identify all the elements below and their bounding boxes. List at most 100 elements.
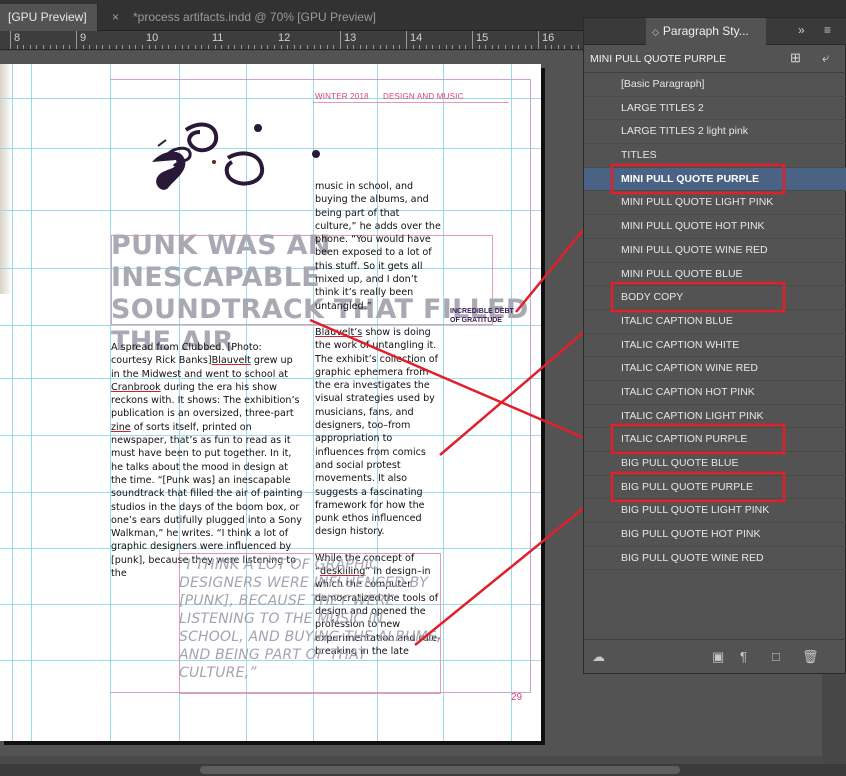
collapse-arrow-icon[interactable]: ◇ [652,27,659,37]
ruler-tick [280,45,282,49]
style-item[interactable]: LARGE TITLES 2 [584,97,846,121]
style-item[interactable]: BIG PULL QUOTE BLUE [584,452,846,476]
style-item[interactable]: ITALIC CAPTION LIGHT PINK [584,405,846,429]
ruler-tick [432,45,434,49]
ruler-tick [346,45,348,49]
ruler-tick [115,45,117,49]
ruler-tick [181,45,183,49]
ruler-tick [326,45,328,49]
running-header-section: DESIGN AND MUSIC [383,92,464,101]
ruler-tick [538,31,539,49]
style-item[interactable]: ITALIC CAPTION WINE RED [584,357,846,381]
style-item[interactable]: BIG PULL QUOTE PURPLE [584,476,846,500]
ruler-tick [379,45,381,49]
ruler-number: 16 [542,32,555,44]
ruler-tick [62,45,64,49]
new-style-icon[interactable]: □ [772,649,780,664]
ruler-tick [386,45,388,49]
ruler-tick [49,45,51,49]
ruler-tick [359,45,361,49]
ruler-tick [10,31,11,49]
ruler-tick [287,45,289,49]
tab-gpu-preview[interactable]: [GPU Preview] [0,4,98,31]
style-item[interactable]: ITALIC CAPTION PURPLE [584,428,846,452]
tab-label: *process artifacts.indd @ 70% [GPU Previ… [133,10,376,24]
clear-overrides-icon[interactable]: ¶ [740,649,747,664]
ruler-tick [511,45,513,49]
style-item[interactable]: MINI PULL QUOTE PURPLE [584,167,846,192]
page-number: 29 [511,692,523,703]
ruler-tick [82,45,84,49]
ruler-tick [412,45,414,49]
quick-apply-lightning-icon[interactable]: ⤶ [822,50,829,66]
horizontal-scrollbar[interactable] [0,764,846,776]
ruler-tick [472,31,473,49]
style-item[interactable]: [Basic Paragraph] [584,73,846,97]
style-item[interactable]: TITLES [584,144,846,168]
paragraph-style-list: [Basic Paragraph] LARGE TITLES 2 LARGE TIT… [584,73,846,571]
ink-splatter-image[interactable] [140,110,340,200]
ruler-tick [247,45,249,49]
body-link: Blauvelt’s [315,326,363,338]
ruler-tick [557,45,559,49]
style-item[interactable]: BODY COPY [584,286,846,310]
scrollbar-thumb[interactable] [200,766,680,774]
cloud-library-icon[interactable]: ☁ [592,649,605,665]
ruler-number: 9 [80,32,87,44]
style-item[interactable]: MINI PULL QUOTE BLUE [584,263,846,287]
style-item[interactable]: MINI PULL QUOTE LIGHT PINK [584,191,846,216]
ruler-tick [505,45,506,49]
ruler-tick [485,45,487,49]
ruler-tick [333,45,335,49]
style-item[interactable]: LARGE TITLES 2 light pink [584,120,846,145]
running-header-season: WINTER 2018 [315,92,369,101]
ruler-tick [56,45,58,49]
big-pull-quote[interactable]: “I THINK A LOT OF GRAPHIC DESIGNERS WERE… [179,556,449,682]
trash-icon[interactable]: 🗑 [802,649,819,665]
style-item[interactable]: BIG PULL QUOTE HOT PINK [584,523,846,547]
paragraph-styles-panel[interactable]: ◇ Paragraph Sty... » ≡ MINI PULL QUOTE PU… [583,17,846,674]
horizontal-ruler[interactable]: 8 9 10 11 12 13 14 15 16 [0,31,585,50]
column-guide [31,64,32,741]
mini-pull-quote[interactable]: INCREDIBLE DEBT OF GRATITUDE [450,307,520,325]
ruler-tick [524,45,526,49]
ruler-tick [313,45,315,49]
margin-guide [530,79,531,693]
panel-menu-icon[interactable]: ≡ [824,23,831,37]
ruler-tick [43,45,44,49]
ruler-tick [254,45,256,49]
ruler-number: 14 [410,32,423,44]
style-item[interactable]: ITALIC CAPTION BLUE [584,310,846,334]
ruler-tick [340,31,341,49]
expand-panel-icon[interactable]: » [798,23,805,37]
ruler-tick [29,45,31,49]
ruler-number: 15 [476,32,489,44]
header-frame[interactable] [313,102,509,104]
column-guide [12,64,13,741]
ruler-tick [36,45,38,49]
ruler-tick [23,45,25,49]
style-item[interactable]: MINI PULL QUOTE WINE RED [584,239,846,263]
close-icon[interactable]: × [112,10,119,24]
style-item[interactable]: BIG PULL QUOTE LIGHT PINK [584,499,846,524]
body-link: Cranbrook [111,381,161,393]
style-item[interactable]: ITALIC CAPTION HOT PINK [584,381,846,405]
ruler-tick [544,45,546,49]
style-item[interactable]: MINI PULL QUOTE HOT PINK [584,215,846,239]
ruler-tick [425,45,427,49]
ruler-tick [16,45,18,49]
ruler-tick [227,45,229,49]
column-guide [511,64,512,741]
indesign-window: [GPU Preview] × *process artifacts.indd @… [0,0,846,776]
ruler-tick [491,45,493,49]
tab-process-artifacts[interactable]: × *process artifacts.indd @ 70% [GPU Prev… [104,4,384,31]
new-style-group-icon[interactable]: ⊞ [790,50,801,66]
ruler-tick [498,45,500,49]
style-item[interactable]: ITALIC CAPTION WHITE [584,334,846,358]
tab-paragraph-styles[interactable]: ◇ Paragraph Sty... [646,18,766,45]
ruler-tick [320,45,322,49]
body-paragraph: music in school, and buying the albums, … [315,181,441,312]
vertical-scrollbar[interactable] [822,674,846,764]
folder-icon[interactable]: ▣ [712,649,724,665]
style-item[interactable]: BIG PULL QUOTE WINE RED [584,547,846,571]
